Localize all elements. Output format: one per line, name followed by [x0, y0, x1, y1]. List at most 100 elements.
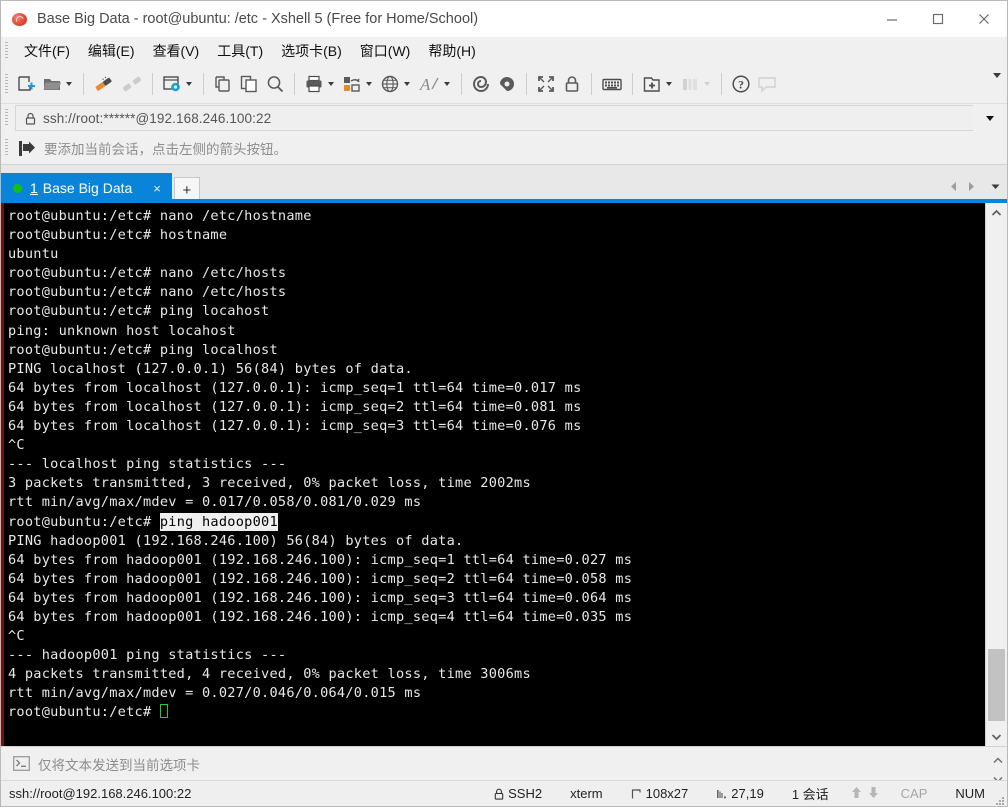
help-button[interactable]: ?: [728, 69, 754, 99]
tab-close-icon[interactable]: ×: [148, 180, 166, 197]
status-position: 27,19: [702, 786, 778, 801]
chevron-down-icon[interactable]: [404, 82, 410, 86]
terminal-line: root@ubuntu:/etc# ping localhost: [8, 341, 985, 360]
add-session-arrow-icon[interactable]: [17, 140, 36, 157]
chat-button: [754, 69, 780, 99]
scroll-up-button[interactable]: [986, 203, 1007, 222]
lock-icon: [562, 74, 582, 94]
terminal-line: 4 packets transmitted, 4 received, 0% pa…: [8, 665, 985, 684]
xshell-button[interactable]: [468, 69, 494, 99]
addressbar-gripper[interactable]: [5, 109, 8, 127]
add-to-folder-icon: [642, 74, 662, 94]
menu-view[interactable]: 查看(V): [144, 38, 209, 64]
address-dropdown-button[interactable]: [973, 105, 1007, 131]
menu-edit[interactable]: 编辑(E): [79, 38, 144, 64]
menu-tabs[interactable]: 选项卡(B): [272, 38, 351, 64]
terminal-selected-text[interactable]: ping hadoop001: [159, 512, 278, 531]
add-to-folder-button[interactable]: [639, 69, 677, 99]
terminal-line-text: 64 bytes from localhost (127.0.0.1): icm…: [8, 379, 582, 396]
menu-window[interactable]: 窗口(W): [351, 38, 420, 64]
hintbar-gripper[interactable]: [5, 139, 8, 157]
new-session-icon: [16, 74, 36, 94]
maximize-button[interactable]: [915, 1, 961, 37]
session-properties-icon: [162, 74, 182, 94]
terminal-line-text: --- hadoop001 ping statistics ---: [8, 647, 287, 664]
chevron-down-icon[interactable]: [666, 82, 672, 86]
terminal-line: 3 packets transmitted, 3 received, 0% pa…: [8, 474, 985, 493]
add-session-hint-text: 要添加当前会话，点击左侧的箭头按钮。: [44, 142, 287, 157]
chevron-down-icon[interactable]: [444, 82, 450, 86]
chevron-down-icon[interactable]: [66, 82, 72, 86]
chevron-down-icon[interactable]: [366, 82, 372, 86]
copy-session-button[interactable]: [210, 69, 236, 99]
terminal-line-text: 4 packets transmitted, 4 received, 0% pa…: [8, 666, 531, 683]
copy-session-icon: [213, 74, 233, 94]
close-button[interactable]: [961, 1, 1007, 37]
lock-icon: [25, 112, 36, 125]
open-folder-icon: [42, 74, 62, 94]
menu-help[interactable]: 帮助(H): [419, 38, 484, 64]
resize-grip[interactable]: [995, 794, 1005, 805]
minimize-button[interactable]: [869, 1, 915, 37]
terminal-line: root@ubuntu:/etc# nano /etc/hostname: [8, 207, 985, 226]
add-session-hint-bar: 要添加当前会话，点击左侧的箭头按钮。: [1, 132, 1007, 165]
new-session-button[interactable]: [13, 69, 39, 99]
keyboard-button[interactable]: [598, 69, 626, 99]
chat-icon: [757, 74, 777, 94]
terminal-line-text: root@ubuntu:/etc# ping locahost: [8, 303, 270, 320]
scroll-down-button[interactable]: [986, 727, 1007, 746]
address-value: ssh://root:******@192.168.246.100:22: [43, 110, 272, 126]
xshell-window: Base Big Data - root@ubuntu: /etc - Xshe…: [0, 0, 1008, 807]
toolbar-separator: [632, 73, 633, 95]
font-icon: A: [418, 74, 440, 94]
tab-next-button[interactable]: [963, 177, 979, 195]
xftp-icon: [497, 74, 517, 94]
open-session-button[interactable]: [39, 69, 77, 99]
status-bar: ssh://root@192.168.246.100:22 SSH2 xterm…: [1, 780, 1007, 806]
tab-label: Base Big Data: [42, 180, 133, 196]
xftp-button[interactable]: [494, 69, 520, 99]
toolbar-gripper[interactable]: [5, 74, 8, 94]
chevron-down-icon[interactable]: [328, 82, 334, 86]
terminal-line: rtt min/avg/max/mdev = 0.027/0.046/0.064…: [8, 684, 985, 703]
session-properties-button[interactable]: [159, 69, 197, 99]
scrollbar-thumb[interactable]: [988, 649, 1005, 721]
keyboard-icon: [601, 74, 623, 94]
menu-file[interactable]: 文件(F): [15, 38, 79, 64]
tab-navigation: [945, 177, 1003, 195]
window-title: Base Big Data - root@ubuntu: /etc - Xshe…: [37, 11, 479, 27]
status-size: 108x27: [617, 786, 703, 801]
terminal-output[interactable]: root@ubuntu:/etc# nano /etc/hostname root…: [4, 203, 985, 746]
chevron-down-icon[interactable]: [186, 82, 192, 86]
toolbar-overflow-button[interactable]: [993, 73, 1001, 96]
menu-gripper[interactable]: [5, 42, 8, 60]
terminal-line-text: PING hadoop001 (192.168.246.100) 56(84) …: [8, 532, 464, 549]
status-transfer-arrows: [843, 786, 887, 802]
scrollbar-track[interactable]: [986, 222, 1007, 727]
title-bar: Base Big Data - root@ubuntu: /etc - Xshe…: [1, 1, 1007, 37]
find-button[interactable]: [262, 69, 288, 99]
fullscreen-button[interactable]: [533, 69, 559, 99]
lock-button[interactable]: [559, 69, 585, 99]
encoding-button[interactable]: [377, 69, 415, 99]
paste-button[interactable]: [236, 69, 262, 99]
scroll-up-small-icon[interactable]: [993, 751, 1003, 769]
tab-prev-button[interactable]: [945, 177, 961, 195]
terminal-line-text: root@ubuntu:/etc#: [8, 704, 160, 721]
font-button[interactable]: A: [415, 69, 455, 99]
terminal-line-text: ping: unknown host locahost: [8, 322, 236, 339]
address-input[interactable]: ssh://root:******@192.168.246.100:22: [15, 105, 973, 131]
menu-tools[interactable]: 工具(T): [208, 38, 272, 64]
arrow-up-icon: [851, 786, 862, 802]
send-to-tab-text: 仅将文本发送到当前选项卡: [38, 757, 200, 773]
status-connection: ssh://root@192.168.246.100:22: [9, 786, 192, 801]
print-button[interactable]: [301, 69, 339, 99]
toolbar-separator: [83, 73, 84, 95]
connect-button[interactable]: [90, 69, 118, 99]
transfer-button[interactable]: [339, 69, 377, 99]
tab-list-button[interactable]: [987, 177, 1003, 195]
terminal-line: PING localhost (127.0.0.1) 56(84) bytes …: [8, 360, 985, 379]
toolbar-separator: [294, 73, 295, 95]
terminal-scrollbar[interactable]: [985, 203, 1007, 746]
terminal-line: root@ubuntu:/etc# ping hadoop001: [8, 512, 985, 532]
